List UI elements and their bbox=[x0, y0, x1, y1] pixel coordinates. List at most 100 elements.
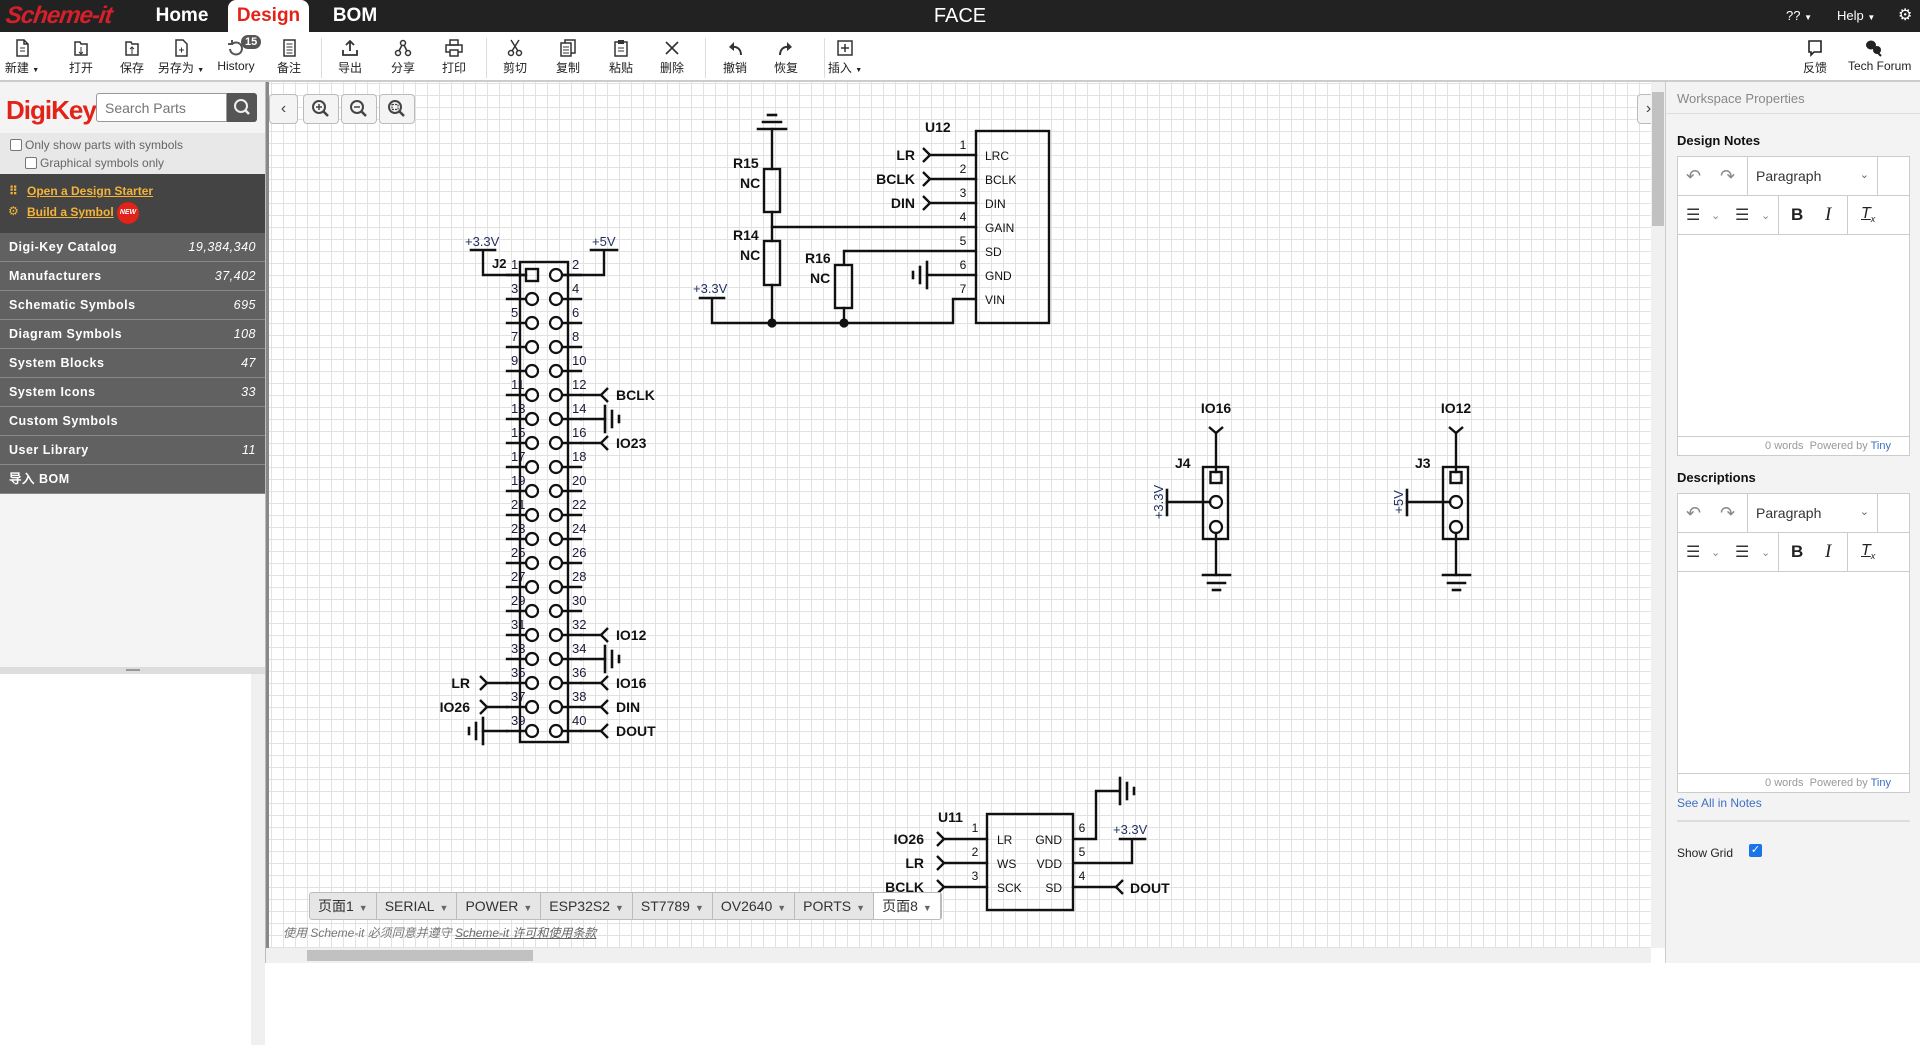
editor-content[interactable] bbox=[1678, 572, 1909, 773]
forum-button[interactable]: Tech Forum bbox=[1848, 36, 1911, 72]
caret-down-icon[interactable]: ▼ bbox=[359, 903, 368, 913]
category-item[interactable]: 导入 BOM bbox=[0, 465, 265, 494]
editor-status-bar: 0 words Powered by Tiny bbox=[1678, 773, 1909, 792]
page-tab[interactable]: 页面1 ▼ bbox=[310, 893, 377, 919]
open-button[interactable]: 打开 bbox=[56, 36, 106, 76]
chevron-down-icon[interactable]: ⌄ bbox=[1761, 209, 1770, 222]
export-label-text: 导出 bbox=[337, 61, 362, 75]
caret-down-icon[interactable]: ▼ bbox=[777, 903, 786, 913]
caret-down-icon[interactable]: ▼ bbox=[440, 903, 449, 913]
chevron-down-icon[interactable]: ⌄ bbox=[1711, 209, 1720, 222]
category-item[interactable]: Digi-Key Catalog 19,384,340 bbox=[0, 233, 265, 262]
export-button[interactable]: 导出 bbox=[325, 36, 375, 76]
italic-icon[interactable]: I bbox=[1825, 541, 1831, 563]
caret-down-icon[interactable]: ▼ bbox=[615, 903, 624, 913]
caret-down-icon[interactable]: ▼ bbox=[523, 903, 532, 913]
panel-splitter[interactable] bbox=[0, 667, 265, 674]
delete-button[interactable]: 删除 bbox=[647, 36, 697, 76]
clear-format-icon[interactable]: Tx bbox=[1861, 205, 1875, 224]
category-item[interactable]: Schematic Symbols 695 bbox=[0, 291, 265, 320]
tiny-link[interactable]: Tiny bbox=[1871, 440, 1891, 452]
search-button[interactable] bbox=[227, 93, 257, 122]
category-item[interactable]: User Library 11 bbox=[0, 436, 265, 465]
paste-button[interactable]: 粘贴 bbox=[596, 36, 646, 76]
italic-icon[interactable]: I bbox=[1825, 204, 1831, 226]
preview-scrollbar[interactable] bbox=[251, 674, 265, 1045]
language-menu[interactable]: ?? ▼ bbox=[1786, 0, 1812, 32]
graphical-only-checkbox[interactable]: Graphical symbols only bbox=[25, 156, 164, 170]
schematic-canvas[interactable]: J2 1 2 3 4 5 6 7 8 9 10 11 12 13 14 15 16 17 18 19 20 21 22 23 2… bbox=[266, 82, 1651, 948]
horizontal-scroll-thumb[interactable] bbox=[307, 950, 533, 961]
see-all-in-notes-link[interactable]: See All in Notes bbox=[1677, 796, 1762, 810]
feedback-button[interactable]: 反馈 bbox=[1790, 36, 1840, 76]
show-grid-checkbox[interactable]: ✓ bbox=[1749, 844, 1762, 857]
redo-button[interactable]: 恢复 bbox=[761, 36, 811, 76]
clear-format-icon[interactable]: Tx bbox=[1861, 542, 1875, 561]
bullet-list-icon[interactable]: ☰ bbox=[1686, 542, 1700, 562]
page-tab[interactable]: OV2640 ▼ bbox=[713, 893, 796, 919]
bold-icon[interactable]: B bbox=[1791, 205, 1803, 225]
block-format-select[interactable]: Paragraph ⌄ bbox=[1747, 494, 1878, 532]
zoom-out-button[interactable] bbox=[341, 94, 377, 124]
chevron-down-icon[interactable]: ⌄ bbox=[1761, 546, 1770, 559]
numbered-list-icon[interactable]: ☰ bbox=[1735, 205, 1749, 225]
saveas-button[interactable]: 另存为 ▼ bbox=[153, 36, 209, 76]
category-item[interactable]: System Blocks 47 bbox=[0, 349, 265, 378]
page-tab[interactable]: PORTS ▼ bbox=[795, 893, 875, 919]
new-button[interactable]: 新建 ▼ bbox=[0, 36, 47, 76]
chevron-down-icon[interactable]: ⌄ bbox=[1711, 546, 1720, 559]
search-parts-input[interactable] bbox=[96, 93, 227, 122]
caret-down-icon[interactable]: ▼ bbox=[923, 903, 932, 913]
bullet-list-icon[interactable]: ☰ bbox=[1686, 205, 1700, 225]
nav-home[interactable]: Home bbox=[153, 0, 211, 32]
page-tab[interactable]: ESP32S2 ▼ bbox=[541, 893, 633, 919]
help-menu[interactable]: Help ▼ bbox=[1837, 0, 1875, 32]
caret-down-icon[interactable]: ▼ bbox=[695, 903, 704, 913]
page-tab[interactable]: ST7789 ▼ bbox=[633, 893, 713, 919]
save-button[interactable]: 保存 bbox=[107, 36, 157, 76]
digikey-logo[interactable]: DigiKey bbox=[6, 95, 97, 126]
category-item[interactable]: Diagram Symbols 108 bbox=[0, 320, 265, 349]
category-item[interactable]: System Icons 33 bbox=[0, 378, 265, 407]
block-format-select[interactable]: Paragraph ⌄ bbox=[1747, 157, 1878, 195]
build-symbol-link[interactable]: Build a Symbol bbox=[27, 205, 114, 219]
redo-icon[interactable]: ↷ bbox=[1720, 503, 1735, 524]
undo-icon[interactable]: ↶ bbox=[1686, 166, 1701, 187]
expand-right-panel-button[interactable]: › bbox=[1637, 94, 1651, 124]
category-item[interactable]: Manufacturers 37,402 bbox=[0, 262, 265, 291]
settings-gear-icon[interactable]: ⚙ bbox=[1898, 0, 1912, 32]
redo-icon[interactable]: ↷ bbox=[1720, 166, 1735, 187]
terms-link[interactable]: Scheme-it 许可和使用条款 bbox=[455, 926, 596, 940]
only-symbols-checkbox[interactable]: Only show parts with symbols bbox=[10, 138, 183, 152]
pin-pad bbox=[548, 387, 564, 403]
zoom-fit-button[interactable] bbox=[379, 94, 415, 124]
nav-design[interactable]: Design bbox=[228, 0, 309, 32]
pin-number: 4 bbox=[572, 281, 579, 296]
insert-button[interactable]: 插入 ▼ bbox=[820, 36, 870, 76]
copy-button[interactable]: 复制 bbox=[543, 36, 593, 76]
numbered-list-icon[interactable]: ☰ bbox=[1735, 542, 1749, 562]
page-tab[interactable]: 页面8 ▼ bbox=[874, 893, 941, 919]
caret-down-icon[interactable]: ▼ bbox=[856, 903, 865, 913]
port-chevron bbox=[922, 195, 932, 211]
open-design-starter-link[interactable]: Open a Design Starter bbox=[27, 184, 153, 198]
page-tab[interactable]: POWER ▼ bbox=[457, 893, 542, 919]
bold-icon[interactable]: B bbox=[1791, 542, 1803, 562]
nav-bom[interactable]: BOM bbox=[326, 0, 384, 32]
collapse-left-panel-button[interactable]: ‹ bbox=[269, 94, 298, 124]
category-item[interactable]: Custom Symbols bbox=[0, 407, 265, 436]
share-button[interactable]: 分享 bbox=[378, 36, 428, 76]
print-button[interactable]: 打印 bbox=[429, 36, 479, 76]
scheme-it-logo[interactable]: Scheme-it bbox=[4, 2, 113, 30]
undo-icon[interactable]: ↶ bbox=[1686, 503, 1701, 524]
tiny-link[interactable]: Tiny bbox=[1871, 777, 1891, 789]
vertical-scroll-thumb[interactable] bbox=[1652, 92, 1664, 226]
undo-button[interactable]: 撤销 bbox=[710, 36, 760, 76]
history-button[interactable]: History 15 bbox=[211, 35, 262, 73]
zoom-in-button[interactable] bbox=[303, 94, 339, 124]
editor-content[interactable] bbox=[1678, 235, 1909, 436]
cut-button[interactable]: 剪切 bbox=[490, 36, 540, 76]
page-tab[interactable]: SERIAL ▼ bbox=[377, 893, 458, 919]
redo-label-text: 恢复 bbox=[773, 61, 798, 75]
notes-button[interactable]: 备注 bbox=[264, 36, 314, 76]
